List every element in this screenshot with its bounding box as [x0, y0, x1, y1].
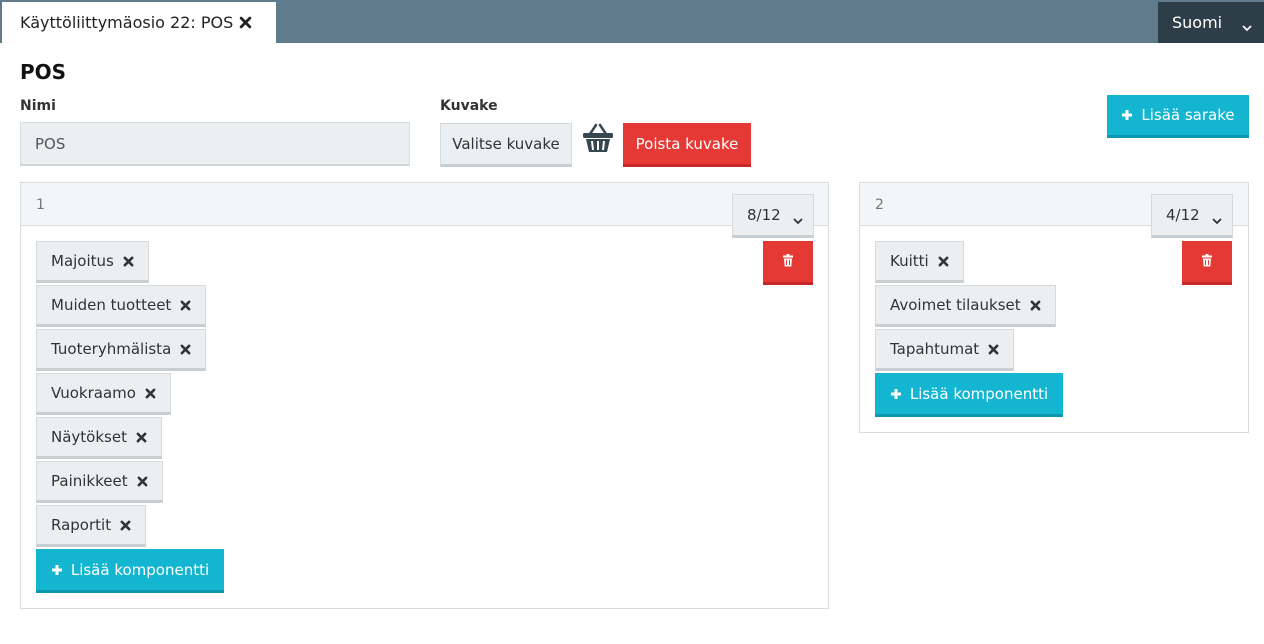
component-label: Muiden tuotteet — [51, 296, 172, 314]
tab-pos[interactable]: Käyttöliittymäosio 22: POS — [2, 2, 276, 43]
remove-component-icon[interactable] — [988, 344, 999, 355]
remove-component-icon[interactable] — [123, 256, 134, 267]
plus-icon — [890, 388, 902, 400]
remove-component-icon[interactable] — [180, 344, 191, 355]
column-width-value: 4/12 — [1166, 206, 1200, 224]
component-label: Majoitus — [51, 252, 114, 270]
remove-component-icon[interactable] — [938, 256, 949, 267]
name-label: Nimi — [20, 98, 56, 114]
trash-icon — [1201, 252, 1213, 271]
component-label: Tapahtumat — [890, 340, 980, 358]
column-header: 1 — [21, 183, 828, 226]
name-value: POS — [35, 134, 66, 153]
language-select[interactable]: Suomi — [1158, 2, 1264, 43]
trash-icon — [782, 252, 794, 271]
component-label: Vuokraamo — [51, 384, 136, 402]
name-field[interactable]: POS — [20, 122, 410, 166]
remove-component-icon[interactable] — [145, 388, 156, 399]
component-label: Kuitti — [890, 252, 929, 270]
plus-icon — [1121, 109, 1133, 121]
remove-icon-label: Poista kuvake — [635, 134, 739, 153]
add-component-label: Lisää komponentti — [70, 560, 210, 579]
remove-component-icon[interactable] — [120, 520, 131, 531]
plus-icon — [51, 564, 63, 576]
component-chip: Raportit — [36, 505, 147, 547]
component-chip: Näytökset — [36, 417, 162, 459]
component-label: Näytökset — [51, 428, 127, 446]
chevron-down-icon — [793, 211, 803, 229]
remove-component-icon[interactable] — [137, 476, 148, 487]
component-label: Raportit — [51, 516, 112, 534]
component-chip: Tuoteryhmälista — [36, 329, 207, 371]
choose-icon-label: Valitse kuvake — [452, 135, 560, 153]
component-chip: Majoitus — [36, 241, 149, 283]
component-chip: Tapahtumat — [875, 329, 1015, 371]
icon-label: Kuvake — [440, 98, 498, 114]
component-chip: Muiden tuotteet — [36, 285, 207, 327]
component-chip: Vuokraamo — [36, 373, 171, 415]
component-chip: Painikkeet — [36, 461, 163, 503]
remove-component-icon[interactable] — [1030, 300, 1041, 311]
chevron-down-icon — [1242, 17, 1252, 36]
column-number: 1 — [36, 197, 45, 213]
page-title: POS — [20, 60, 67, 84]
column-width-value: 8/12 — [747, 206, 781, 224]
add-column-button[interactable]: Lisää sarake — [1107, 95, 1249, 138]
remove-component-icon[interactable] — [180, 300, 191, 311]
column-1: 1 8/12 Majoitus Muiden tuotteet Tuoteryh… — [20, 182, 829, 609]
component-chip: Avoimet tilaukset — [875, 285, 1056, 327]
top-bar: Käyttöliittymäosio 22: POS Suomi — [0, 0, 1264, 43]
add-component-button[interactable]: Lisää komponentti — [875, 373, 1063, 417]
tab-title: Käyttöliittymäosio 22: POS — [20, 13, 234, 32]
component-chip: Kuitti — [875, 241, 964, 283]
delete-column-button[interactable] — [1182, 241, 1232, 285]
column-width-select[interactable]: 8/12 — [732, 194, 814, 238]
delete-column-button[interactable] — [763, 241, 813, 285]
language-label: Suomi — [1172, 13, 1223, 32]
choose-icon-button[interactable]: Valitse kuvake — [440, 123, 572, 167]
remove-icon-button[interactable]: Poista kuvake — [623, 123, 751, 167]
column-width-select[interactable]: 4/12 — [1151, 194, 1233, 238]
column-2: 2 4/12 Kuitti Avoimet tilaukset Tapahtum… — [859, 182, 1249, 433]
add-component-label: Lisää komponentti — [909, 384, 1049, 403]
chevron-down-icon — [1212, 211, 1222, 229]
basket-icon — [580, 120, 616, 160]
add-column-label: Lisää sarake — [1141, 106, 1235, 124]
close-tab-icon[interactable] — [239, 16, 252, 29]
add-component-button[interactable]: Lisää komponentti — [36, 549, 224, 593]
remove-component-icon[interactable] — [136, 432, 147, 443]
component-label: Tuoteryhmälista — [51, 340, 172, 358]
column-number: 2 — [875, 197, 884, 213]
component-label: Painikkeet — [51, 472, 128, 490]
component-label: Avoimet tilaukset — [890, 296, 1021, 314]
